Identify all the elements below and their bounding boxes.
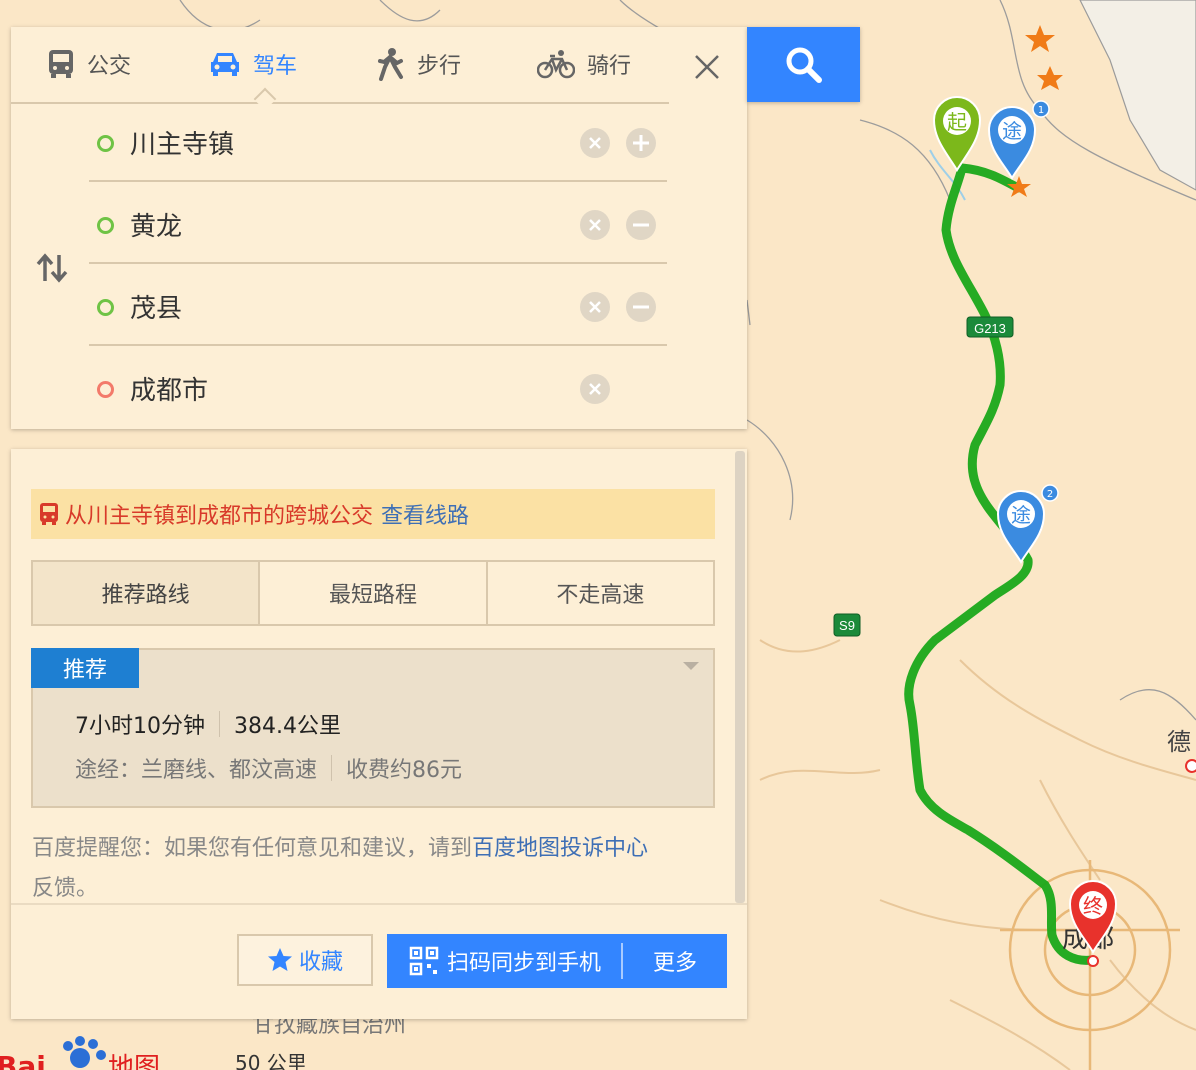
tab-bike-label: 骑行 [587, 53, 632, 79]
favorite-label: 收藏 [298, 950, 343, 975]
svg-text:地图: 地图 [108, 1053, 160, 1070]
action-button-group: 扫码同步到手机 更多 [387, 934, 727, 988]
tab-shortest[interactable]: 最短路程 [260, 562, 488, 624]
stop-name[interactable]: 川主寺镇 [130, 124, 234, 161]
tab-bike[interactable]: 骑行 [537, 27, 631, 100]
route-card[interactable]: 推荐 7小时10分钟 384.4公里 途经：兰磨线、都汶高速 收费约86元 [31, 648, 715, 808]
route-toll: 收费约86元 [346, 758, 463, 783]
bike-icon [537, 49, 575, 78]
end-dot-icon [97, 381, 114, 398]
search-icon [786, 47, 822, 83]
stop-row-via-1[interactable]: 黄龙 [89, 184, 667, 264]
tab-bus-label: 公交 [87, 53, 132, 79]
route-duration: 7小时10分钟 [75, 714, 205, 739]
stop-row-end[interactable]: 成都市 [89, 348, 667, 428]
tab-walk-label: 步行 [417, 53, 462, 79]
road-shield-s9: S9 [833, 613, 861, 637]
complaint-center-link[interactable]: 百度地图投诉中心 [472, 836, 648, 861]
route-details: 途经：兰磨线、都汶高速 收费约86元 [75, 752, 462, 784]
svg-text:1: 1 [1038, 105, 1044, 116]
minus-icon [633, 305, 649, 309]
qr-code-icon [409, 946, 439, 976]
tab-no-highway[interactable]: 不走高速 [488, 562, 713, 624]
close-button[interactable] [683, 45, 731, 89]
route-via: 途经：兰磨线、都汶高速 [75, 758, 318, 783]
clear-stop-button[interactable] [580, 128, 610, 158]
favorite-button[interactable]: 收藏 [237, 934, 373, 986]
road-shield-g213: G213 [966, 316, 1014, 338]
tab-drive[interactable]: 驾车 [209, 27, 297, 100]
city-label-partial: 德 [1167, 728, 1191, 756]
travel-mode-tabs: 公交 驾车 步行 骑行 [11, 27, 669, 104]
star-icon [267, 948, 292, 971]
more-button[interactable]: 更多 [623, 934, 727, 988]
tab-drive-label: 驾车 [253, 53, 298, 79]
route-summary: 7小时10分钟 384.4公里 [75, 708, 341, 740]
via-dot-icon [97, 217, 114, 234]
start-dot-icon [97, 135, 114, 152]
stop-name[interactable]: 茂县 [130, 288, 182, 325]
search-button[interactable] [747, 27, 860, 102]
intercity-bus-notice: 从川主寺镇到成都市的跨城公交 查看线路 [31, 489, 715, 539]
view-bus-route-link[interactable]: 查看线路 [381, 498, 469, 530]
feedback-notice: 百度提醒您：如果您有任何意见和建议，请到百度地图投诉中心 反馈。 [32, 829, 722, 909]
feedback-tail: 反馈。 [32, 876, 99, 901]
tab-bus[interactable]: 公交 [47, 27, 131, 100]
clear-icon [589, 219, 601, 231]
swap-icon [36, 253, 68, 283]
remove-stop-button[interactable] [626, 292, 656, 322]
remove-stop-button[interactable] [626, 210, 656, 240]
scrollbar[interactable] [735, 451, 745, 903]
route-search-panel: 公交 驾车 步行 骑行 川主寺镇 黄龙 茂县 成都市 [11, 27, 747, 429]
stop-name[interactable]: 成都市 [130, 370, 208, 407]
swap-button[interactable] [35, 251, 69, 285]
svg-text:G213: G213 [974, 321, 1006, 336]
clear-stop-button[interactable] [580, 210, 610, 240]
clear-stop-button[interactable] [580, 374, 610, 404]
svg-text:起: 起 [947, 110, 967, 134]
tab-walk[interactable]: 步行 [375, 27, 461, 100]
walk-icon [378, 47, 403, 81]
tab-recommended[interactable]: 推荐路线 [33, 562, 261, 624]
via-dot-icon [97, 299, 114, 316]
svg-text:2: 2 [1047, 489, 1053, 500]
plus-icon [633, 135, 649, 151]
svg-text:终: 终 [1083, 894, 1103, 918]
clear-icon [589, 301, 601, 313]
car-icon [211, 52, 239, 76]
svg-text:途: 途 [1011, 503, 1031, 527]
notice-text: 从川主寺镇到成都市的跨城公交 [65, 504, 374, 529]
scan-sync-label: 扫码同步到手机 [447, 951, 602, 976]
clear-icon [589, 137, 601, 149]
minus-icon [633, 223, 649, 227]
add-stop-button[interactable] [626, 128, 656, 158]
svg-text:途: 途 [1002, 119, 1022, 143]
recommended-badge: 推荐 [31, 648, 139, 688]
stop-name[interactable]: 黄龙 [130, 206, 182, 243]
stop-row-start[interactable]: 川主寺镇 [89, 102, 667, 182]
feedback-text: 百度提醒您：如果您有任何意见和建议，请到 [32, 836, 473, 861]
chevron-down-icon[interactable] [683, 662, 699, 670]
clear-stop-button[interactable] [580, 292, 610, 322]
svg-text:S9: S9 [839, 618, 855, 633]
svg-text:Bai: Bai [0, 1050, 46, 1070]
clear-icon [589, 383, 601, 395]
scan-sync-button[interactable]: 扫码同步到手机 [387, 934, 601, 988]
stop-row-via-2[interactable]: 茂县 [89, 266, 667, 346]
route-option-tabs: 推荐路线 最短路程 不走高速 [31, 560, 715, 626]
route-result-panel: 从川主寺镇到成都市的跨城公交 查看线路 推荐路线 最短路程 不走高速 推荐 7小… [11, 449, 747, 1019]
route-distance: 384.4公里 [234, 714, 341, 739]
bus-icon [49, 49, 73, 78]
close-icon [695, 55, 719, 79]
scale-label: 50 公里 [235, 1051, 307, 1070]
bus-icon [40, 503, 58, 525]
